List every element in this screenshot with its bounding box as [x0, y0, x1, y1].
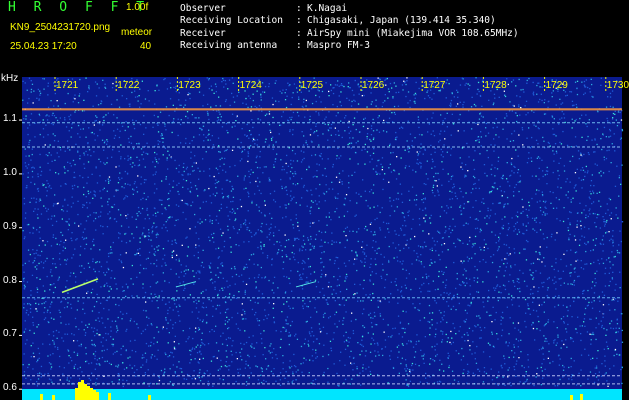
signal-burst — [75, 388, 78, 400]
signal-burst — [96, 392, 99, 400]
spectrogram-plot — [19, 77, 624, 400]
signal-burst — [148, 395, 151, 400]
signal-burst — [108, 393, 111, 400]
x-tick-label: 1723 — [178, 80, 201, 91]
signal-burst — [84, 384, 87, 400]
signal-burst — [81, 380, 84, 400]
signal-burst — [40, 394, 43, 400]
y-tick-label: 0.9 — [3, 220, 17, 232]
signal-burst — [580, 394, 583, 400]
x-tick-label: 1722 — [117, 80, 140, 91]
y-tick-label: 0.6 — [3, 382, 17, 394]
y-axis-unit: kHz — [1, 73, 19, 84]
y-tick-label: 1.0 — [3, 166, 17, 178]
x-tick-label: 1728 — [484, 80, 507, 91]
signal-burst — [93, 390, 96, 400]
x-tick-label: 1730 — [606, 80, 629, 91]
signal-burst — [570, 395, 573, 400]
signal-burst — [78, 382, 81, 400]
x-tick-label: 1721 — [56, 80, 79, 91]
x-tick-label: 1726 — [362, 80, 385, 91]
x-tick-label: 1729 — [545, 80, 568, 91]
y-tick-label: 0.7 — [3, 328, 17, 340]
y-tick-label: 1.1 — [3, 113, 17, 125]
x-tick-label: 1725 — [300, 80, 324, 91]
signal-burst — [90, 388, 93, 400]
y-tick-label: 0.8 — [3, 274, 17, 286]
bottom-signal-band — [22, 389, 622, 400]
x-tick-label: 1727 — [423, 80, 446, 91]
signal-burst — [52, 395, 55, 400]
plot-background — [22, 77, 622, 400]
x-tick-label: 1724 — [239, 80, 262, 91]
signal-burst — [87, 386, 90, 400]
